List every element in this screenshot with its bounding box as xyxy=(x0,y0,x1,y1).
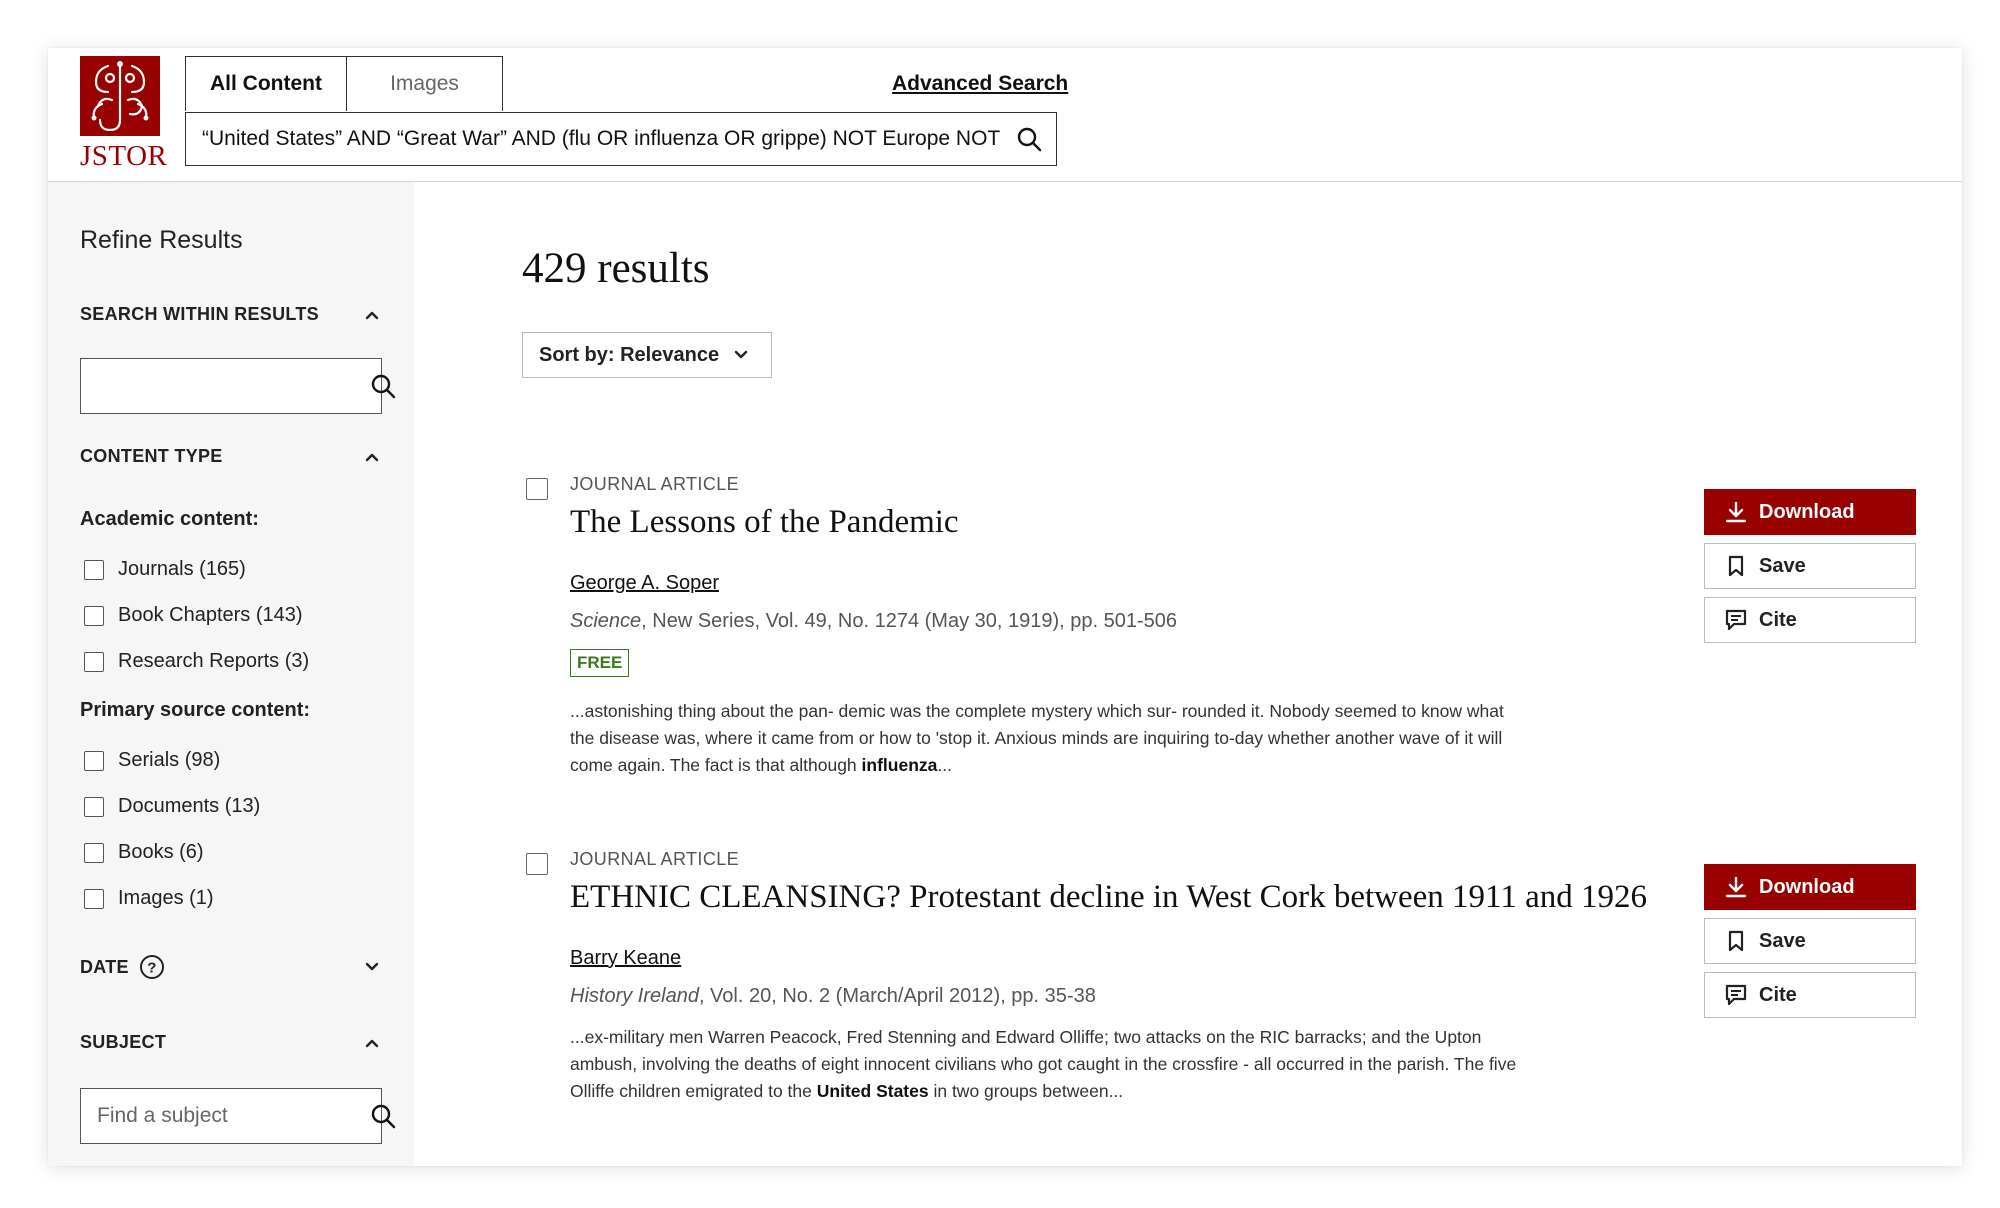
results-main: 429 results Sort by: Relevance JOURNAL A… xyxy=(414,182,1962,1166)
chevron-down-icon xyxy=(734,350,748,359)
chevron-down-icon xyxy=(365,962,379,971)
search-within-button[interactable] xyxy=(370,373,396,399)
download-icon xyxy=(1725,876,1747,898)
result-checkbox[interactable] xyxy=(526,478,548,500)
source-details: , New Series, Vol. 49, No. 1274 (May 30,… xyxy=(641,610,1178,632)
subject-search-box xyxy=(80,1088,396,1144)
search-within-input[interactable] xyxy=(81,373,370,399)
filter-documents[interactable]: Documents (13) xyxy=(84,795,260,818)
chevron-up-icon xyxy=(365,1039,379,1047)
checkbox[interactable] xyxy=(84,842,104,863)
download-button[interactable]: Download xyxy=(1704,864,1916,910)
result-snippet: ...ex-military men Warren Peacock, Fred … xyxy=(570,1027,1517,1101)
search-icon xyxy=(371,374,396,399)
filter-label: Books (6) xyxy=(118,841,204,863)
filter-images[interactable]: Images (1) xyxy=(84,887,214,910)
source-details: , Vol. 20, No. 2 (March/April 2012), pp.… xyxy=(698,985,1096,1007)
bookmark-icon xyxy=(1728,930,1744,952)
help-icon[interactable]: ? xyxy=(139,954,165,980)
save-button[interactable]: Save xyxy=(1704,918,1916,964)
bookmark-icon xyxy=(1728,555,1744,577)
jstor-logo[interactable]: JSTOR xyxy=(80,56,168,174)
filter-label: Journals (165) xyxy=(118,558,246,580)
search-within-label: SEARCH WITHIN RESULTS xyxy=(80,304,319,324)
svg-text:?: ? xyxy=(147,960,156,977)
filter-label: Research Reports (3) xyxy=(118,650,310,672)
result-actions: Download Save Cite xyxy=(1704,489,1916,651)
filter-label: Book Chapters (143) xyxy=(118,604,303,626)
main-search-input[interactable] xyxy=(186,127,1002,151)
checkbox[interactable] xyxy=(84,888,104,909)
source-journal: History Ireland xyxy=(570,985,699,1007)
checkbox[interactable] xyxy=(84,559,104,580)
result-actions: Download Save Cite xyxy=(1704,864,1916,1026)
filter-label: Documents (13) xyxy=(118,795,261,817)
source-journal: Science xyxy=(570,610,642,632)
refine-results-title: Refine Results xyxy=(80,226,243,254)
result-author[interactable]: George A. Soper xyxy=(570,572,719,595)
filter-book-chapters[interactable]: Book Chapters (143) xyxy=(84,604,303,627)
download-button[interactable]: Download xyxy=(1704,489,1916,535)
subject-search-button[interactable] xyxy=(370,1103,396,1129)
refine-sidebar: Refine Results SEARCH WITHIN RESULTS CON… xyxy=(48,182,414,1166)
search-button[interactable] xyxy=(1002,113,1056,165)
results-count: 429 results xyxy=(522,245,710,292)
cite-icon xyxy=(1725,609,1747,631)
header: JSTOR All Content Images Advanced Search xyxy=(48,48,1962,182)
result-source: Science, New Series, Vol. 49, No. 1274 (… xyxy=(570,610,1177,633)
search-icon xyxy=(1017,127,1042,152)
tab-all-content[interactable]: All Content xyxy=(185,56,347,111)
cite-button[interactable]: Cite xyxy=(1704,972,1916,1018)
sort-label: Sort by: Relevance xyxy=(539,343,720,366)
checkbox[interactable] xyxy=(84,605,104,626)
filter-journals[interactable]: Journals (165) xyxy=(84,558,246,581)
snippet-highlight: United States xyxy=(816,1081,929,1101)
filter-research-reports[interactable]: Research Reports (3) xyxy=(84,650,309,673)
search-within-box xyxy=(80,358,396,414)
result-type: JOURNAL ARTICLE xyxy=(570,474,740,494)
save-button[interactable]: Save xyxy=(1704,543,1916,589)
checkbox[interactable] xyxy=(84,651,104,672)
subject-search-input[interactable] xyxy=(81,1103,370,1129)
result-snippet: ...astonishing thing about the pan- demi… xyxy=(570,701,1504,775)
result-author[interactable]: Barry Keane xyxy=(570,947,681,970)
cite-icon xyxy=(1725,984,1747,1006)
content-type-header[interactable]: CONTENT TYPE xyxy=(80,446,380,467)
result-title[interactable]: The Lessons of the Pandemic xyxy=(570,504,959,541)
filter-label: Images (1) xyxy=(118,887,214,909)
filter-label: Serials (98) xyxy=(118,749,221,771)
search-within-header[interactable]: SEARCH WITHIN RESULTS xyxy=(80,304,380,325)
search-tabs: All Content Images xyxy=(185,56,503,112)
result-source: History Ireland, Vol. 20, No. 2 (March/A… xyxy=(570,985,1096,1008)
content-type-label: CONTENT TYPE xyxy=(80,446,223,466)
subject-header[interactable]: SUBJECT xyxy=(80,1032,380,1053)
search-icon xyxy=(371,1104,396,1129)
result-type: JOURNAL ARTICLE xyxy=(570,849,740,869)
jstor-logo-mark-icon xyxy=(80,56,160,136)
free-badge: FREE xyxy=(570,649,630,677)
filter-serials[interactable]: Serials (98) xyxy=(84,749,220,772)
sort-dropdown[interactable]: Sort by: Relevance xyxy=(522,332,772,378)
result-checkbox[interactable] xyxy=(526,853,548,875)
primary-source-label: Primary source content: xyxy=(80,699,311,721)
academic-content-label: Academic content: xyxy=(80,508,259,530)
jstor-logo-word: JSTOR xyxy=(80,140,168,172)
advanced-search-link[interactable]: Advanced Search xyxy=(892,72,1068,96)
app-window: JSTOR All Content Images Advanced Search… xyxy=(48,48,1962,1166)
checkbox[interactable] xyxy=(84,750,104,771)
result-title[interactable]: ETHNIC CLEANSING? Protestant decline in … xyxy=(570,879,1647,916)
chevron-up-icon xyxy=(365,311,379,319)
date-header[interactable]: DATE ? xyxy=(80,954,380,980)
chevron-up-icon xyxy=(365,453,379,461)
tab-images[interactable]: Images xyxy=(347,56,503,111)
snippet-highlight: influenza xyxy=(861,755,938,775)
checkbox[interactable] xyxy=(84,796,104,817)
cite-button[interactable]: Cite xyxy=(1704,597,1916,643)
subject-label: SUBJECT xyxy=(80,1032,167,1052)
main-search-bar xyxy=(185,112,1057,166)
date-label: DATE xyxy=(80,956,129,977)
download-icon xyxy=(1725,501,1747,523)
filter-books[interactable]: Books (6) xyxy=(84,841,204,864)
